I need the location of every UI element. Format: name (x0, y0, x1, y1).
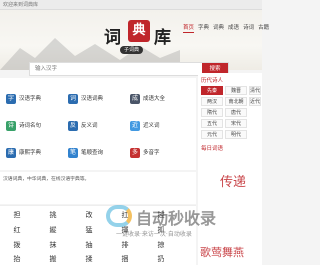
char-cell[interactable]: 挑 (38, 209, 68, 222)
logo-subtitle: 子词典 (120, 46, 144, 54)
polyphone-icon: 多 (130, 148, 140, 158)
welcome-text: 欢迎来到词典库 (3, 2, 39, 8)
watermark-logo-icon (106, 205, 132, 227)
dynasty-tag[interactable]: 清代 (249, 86, 261, 95)
char-cell[interactable]: 拨 (2, 239, 32, 252)
feature-item[interactable]: 字 汉语字典 (6, 90, 64, 112)
nav-shici[interactable]: 诗词 (243, 24, 254, 33)
dynasty-tag[interactable]: 明代 (225, 130, 247, 139)
dictionary-icon: 词 (68, 94, 78, 104)
feature-label: 康熙字典 (19, 150, 42, 156)
dictionary-icon: 字 (6, 94, 16, 104)
char-cell[interactable]: 扔 (146, 253, 176, 265)
feature-item[interactable]: 近 近义词 (130, 117, 188, 139)
feature-label: 汉语字典 (19, 96, 42, 102)
char-cell[interactable]: 搬 (38, 253, 68, 265)
dynasty-tag[interactable]: 近代 (249, 97, 261, 106)
feature-item[interactable]: 成 成语大全 (130, 90, 188, 112)
search-input[interactable] (30, 63, 200, 75)
watermark-title: 自动秒收录 (136, 209, 217, 228)
char-cell[interactable]: 抹 (38, 239, 68, 252)
watermark-subtitle: 一键收录·来访一次·自动收录 (116, 231, 192, 238)
daily-word-heading: 每日词语 (201, 146, 224, 152)
kangxi-icon: 康 (6, 148, 16, 158)
logo-right-char: 库 (154, 28, 171, 48)
char-cell[interactable]: 担 (2, 209, 32, 222)
feature-label: 成语大全 (143, 96, 166, 102)
feature-item[interactable]: 多 多音字 (130, 144, 188, 166)
top-bar: 欢迎来到词典库 (0, 0, 262, 10)
antonym-icon: 反 (68, 121, 78, 131)
dynasty-tag[interactable]: 唐代 (225, 108, 247, 117)
feature-grid: 字 汉语字典 词 汉语词典 成 成语大全 诗 诗词名句 反 反义词 近 近义词 … (0, 78, 196, 170)
dynasty-tag[interactable]: 隋代 (201, 108, 223, 117)
feature-label: 诗词名句 (19, 123, 42, 129)
nav-home[interactable]: 首页 (183, 24, 195, 33)
char-cell[interactable]: 縱 (38, 224, 68, 237)
main-nav: 首页 字典 词典 成语 诗词 古籍 (183, 24, 269, 33)
feature-label: 笔顺查询 (81, 150, 104, 156)
nav-guji[interactable]: 古籍 (258, 24, 269, 33)
nav-cidian[interactable]: 词典 (213, 24, 224, 33)
feature-label: 反义词 (81, 123, 98, 129)
feature-item[interactable]: 反 反义词 (68, 117, 126, 139)
header: 词 典 库 子词典 首页 字典 词典 成语 诗词 古籍 搜索 (0, 10, 269, 76)
char-cell[interactable]: 红 (2, 224, 32, 237)
poem-icon: 诗 (6, 121, 16, 131)
dynasty-tag[interactable]: 南北朝 (225, 97, 247, 106)
dynasty-tag[interactable]: 宋代 (225, 119, 247, 128)
char-cell[interactable]: 捆 (110, 253, 140, 265)
sidebar-heading: 历代诗人 (201, 78, 224, 84)
logo-seal: 典 (128, 20, 150, 42)
idiom-icon: 成 (130, 94, 140, 104)
nav-zidian[interactable]: 字典 (198, 24, 209, 33)
dynasty-tag[interactable]: 两汉 (201, 97, 223, 106)
dynasty-tag[interactable]: 魏晋 (225, 86, 247, 95)
feature-label: 汉语词典 (81, 96, 104, 102)
dynasty-tag[interactable]: 五代 (201, 119, 223, 128)
dynasty-tag[interactable]: 元代 (201, 130, 223, 139)
char-cell[interactable]: 抬 (2, 253, 32, 265)
feature-item[interactable]: 词 汉语词典 (68, 90, 126, 112)
dynasty-tag[interactable]: 先秦 (201, 86, 223, 95)
stroke-icon: 笔 (68, 148, 78, 158)
synonym-icon: 近 (130, 121, 140, 131)
char-cell[interactable]: 揉 (74, 253, 104, 265)
watermark-text: 歌莺舞燕 (200, 246, 244, 259)
logo-left-char: 词 (104, 28, 121, 48)
nav-chengyu[interactable]: 成语 (228, 24, 239, 33)
site-logo[interactable]: 词 典 库 子词典 (104, 19, 188, 55)
feature-label: 多音字 (143, 150, 160, 156)
feature-item[interactable]: 笔 笔顺查询 (68, 144, 126, 166)
feature-label: 近义词 (143, 123, 160, 129)
intro-text: 汉语词典，中华词典，在线汉语字典等。 (0, 172, 196, 204)
feature-item[interactable]: 诗 诗词名句 (6, 117, 64, 139)
feature-item[interactable]: 康 康熙字典 (6, 144, 64, 166)
watermark-text: 传递 (220, 175, 247, 190)
